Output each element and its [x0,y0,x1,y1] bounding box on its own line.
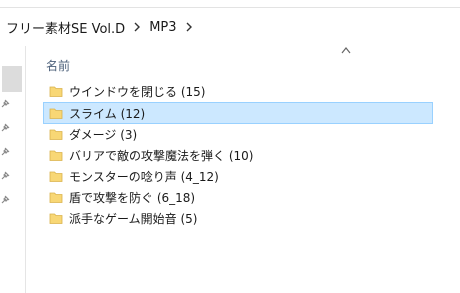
navigation-pane-scroll-thumb[interactable] [2,66,22,92]
file-list-pane[interactable]: 名前 ウインドウを閉じる (15) スライム (12) ダメージ (3) バリア… [27,46,460,293]
folder-icon [49,171,63,182]
pin-icon [1,123,10,132]
file-list-item[interactable]: 派手なゲーム開始音 (5) [43,207,433,229]
chevron-right-icon[interactable] [180,18,198,36]
file-list-item[interactable]: 盾で攻撃を防ぐ (6_18) [43,186,433,208]
folder-icon [49,86,63,97]
file-name: ダメージ (3) [69,127,138,142]
cropped-header-fragment [428,0,432,6]
breadcrumb-parent[interactable]: フリー素材SE Vol.D [6,18,125,37]
pin-icon [1,171,10,180]
folder-icon [49,213,63,224]
folder-icon [49,129,63,140]
file-name: 盾で攻撃を防ぐ (6_18) [69,190,196,205]
file-name: モンスターの唸り声 (4_12) [69,169,219,184]
cropped-header-fragment [292,0,296,6]
file-list-item-selected[interactable]: スライム (12) [43,102,433,124]
file-list-item[interactable]: ダメージ (3) [43,123,433,145]
file-list-item[interactable]: モンスターの唸り声 (4_12) [43,165,433,187]
sort-ascending-icon [341,47,351,54]
column-header-name[interactable]: 名前 [46,57,70,74]
folder-icon [49,192,63,203]
file-list-item[interactable]: バリアで敵の攻撃魔法を弾く (10) [43,144,433,166]
pin-icon [1,147,10,156]
folder-icon [49,150,63,161]
file-name: 派手なゲーム開始音 (5) [69,211,198,226]
navigation-pane[interactable] [0,46,26,293]
file-name: スライム (12) [69,106,146,121]
breadcrumb-current[interactable]: MP3 [149,20,176,35]
column-header-strip [0,0,460,8]
folder-icon [49,108,63,119]
chevron-right-icon[interactable] [128,18,146,36]
file-name: バリアで敵の攻撃魔法を弾く (10) [69,148,254,163]
file-name: ウインドウを閉じる (15) [69,84,206,99]
pin-icon [1,99,10,108]
address-bar[interactable]: フリー素材SE Vol.D MP3 [0,8,460,46]
file-list-item[interactable]: ウインドウを閉じる (15) [43,80,433,102]
pin-icon [1,195,10,204]
